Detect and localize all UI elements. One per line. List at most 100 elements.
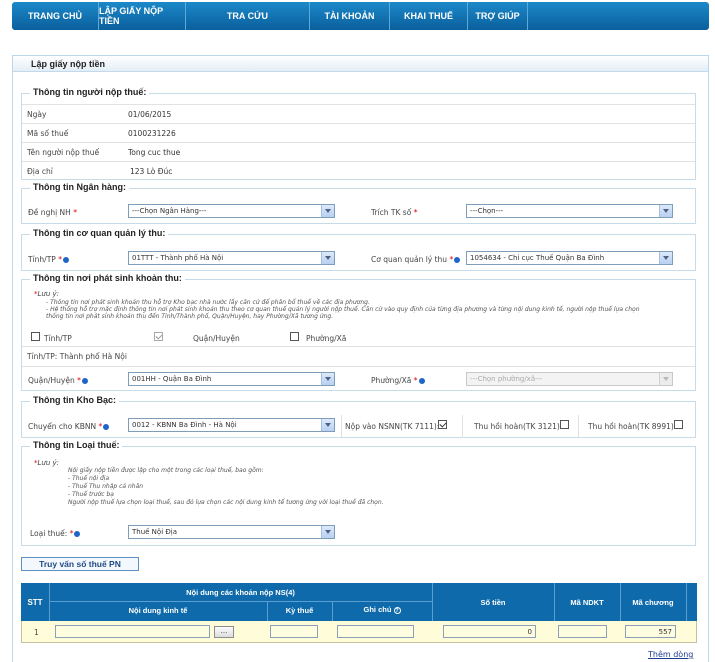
- agency-label: Cơ quan quản lý thu *: [371, 255, 461, 264]
- district-row: Quận/Huyện * 001HH - Quận Ba Đình Phường…: [22, 366, 695, 391]
- divider: [578, 415, 579, 438]
- origin-note-line: thông tin nơi phát sinh khoản thu đến Tỉ…: [46, 313, 334, 320]
- taxpayer-legend: Thông tin người nộp thuế:: [30, 87, 150, 97]
- divider: [341, 415, 342, 438]
- taxtype-note-line: - Thuế nội địa: [68, 475, 110, 482]
- taxtype-label: Loại thuế: *: [30, 529, 81, 538]
- district-checkbox-label: Quận/Huyện: [193, 334, 240, 343]
- province-checkbox-label: Tỉnh/TP: [44, 334, 72, 343]
- table-row: 1 ... 0 557: [21, 621, 697, 643]
- col-note: Ghi chú ?: [363, 605, 401, 614]
- taxtype-note-title: *Lưu ý:: [34, 459, 59, 467]
- name-value: Tong cuc thue: [128, 148, 181, 157]
- row-date: Ngày 01/06/2015: [22, 104, 695, 123]
- panel-title: Lập giấy nộp tiền: [13, 56, 708, 72]
- district-select[interactable]: 001HH - Quận Ba Đình: [128, 372, 335, 386]
- treasury-section: Thông tin Kho Bạc: Chuyển cho KBNN * 001…: [21, 395, 696, 438]
- kbnn-select[interactable]: 0012 - KBNN Ba Đình - Hà Nội: [128, 418, 335, 432]
- taxtype-note-line: Nội giấy nộp tiền được lập cho một trong…: [68, 467, 264, 474]
- divider: [49, 601, 432, 602]
- info-icon: [103, 424, 110, 430]
- nav-home[interactable]: TRANG CHỦ: [12, 2, 99, 30]
- agency-select[interactable]: 1054634 - Chi cục Thuế Quận Ba Đình: [466, 251, 673, 265]
- nav-lookup[interactable]: TRA CỨU: [186, 2, 310, 30]
- chevron-down-icon: [321, 419, 334, 431]
- origin-section: Thông tin nơi phát sinh khoản thu: *Lưu …: [21, 273, 696, 391]
- col-ndkt: Mã NDKT: [570, 598, 604, 607]
- province-label: Tỉnh/TP *: [28, 255, 69, 264]
- kbnn-label: Chuyển cho KBNN *: [28, 422, 110, 431]
- bank-section: Thông tin Ngân hàng: Đề nghị NH * ---Chọ…: [21, 182, 696, 224]
- account-select[interactable]: ---Chọn---: [466, 204, 673, 218]
- taxtype-note-line: - Thuế trước bạ: [68, 491, 114, 498]
- amount-input[interactable]: 0: [443, 625, 536, 638]
- note-input[interactable]: [337, 625, 414, 638]
- refund2-label: Thu hồi hoàn(TK 8991):: [588, 422, 677, 431]
- chevron-down-icon: [321, 526, 334, 538]
- account-label: Trích TK số *: [371, 208, 418, 217]
- divider: [462, 415, 463, 438]
- nsnn-label: Nộp vào NSNN(TK 7111):: [345, 422, 440, 431]
- province-checkbox[interactable]: [31, 332, 40, 341]
- refund1-label: Thu hồi hoàn(TK 3121):: [474, 422, 563, 431]
- info-icon: [62, 257, 69, 263]
- treasury-legend: Thông tin Kho Bạc:: [30, 395, 119, 405]
- chevron-down-icon: [321, 252, 334, 264]
- chevron-down-icon: [659, 205, 672, 217]
- help-icon[interactable]: ?: [393, 606, 401, 614]
- info-icon: [74, 531, 81, 537]
- main-panel: Lập giấy nộp tiền Thông tin người nộp th…: [12, 55, 709, 662]
- bank-select[interactable]: ---Chọn Ngân Hàng---: [128, 204, 335, 218]
- refund1-checkbox[interactable]: [560, 420, 569, 429]
- taxpayer-section: Thông tin người nộp thuế: Ngày 01/06/201…: [21, 87, 696, 180]
- col-amount: Số tiền: [480, 598, 506, 607]
- row-stt: 1: [34, 628, 39, 637]
- district-checkbox[interactable]: [154, 332, 163, 341]
- taxcode-label: Mã số thuế: [27, 129, 69, 138]
- browse-button[interactable]: ...: [214, 626, 234, 638]
- chevron-down-icon: [321, 205, 334, 217]
- bank-label: Đề nghị NH *: [28, 208, 77, 217]
- period-input[interactable]: [270, 625, 318, 638]
- date-value: 01/06/2015: [128, 110, 172, 119]
- nav-help[interactable]: TRỢ GIÚP: [468, 2, 528, 30]
- content-input[interactable]: [55, 625, 210, 638]
- nav-account[interactable]: TÀI KHOẢN: [310, 2, 390, 30]
- chapter-input[interactable]: 557: [625, 625, 676, 638]
- taxtype-select[interactable]: Thuế Nội Địa: [128, 525, 335, 539]
- taxcode-value: 0100231226: [128, 129, 176, 138]
- province-text: Tỉnh/TP: Thành phố Hà Nội: [27, 352, 127, 361]
- query-tax-button[interactable]: Truy vấn số thuế PN: [21, 557, 139, 571]
- col-stt: STT: [27, 598, 43, 607]
- taxtype-note-line: Người nộp thuế lựa chọn loại thuế, sau đ…: [68, 499, 384, 506]
- col-chapter: Mã chương: [632, 598, 674, 607]
- ward-label: Phường/Xã *: [371, 376, 425, 385]
- add-row-link[interactable]: Thêm dòng: [648, 650, 693, 659]
- row-name: Tên người nộp thuế Tong cuc thue: [22, 142, 695, 161]
- nav-create-payment[interactable]: LẬP GIẤY NỘP TIỀN: [99, 2, 186, 30]
- chevron-down-icon: [659, 373, 672, 385]
- ward-checkbox[interactable]: [290, 332, 299, 341]
- info-icon: [418, 378, 425, 384]
- ward-checkbox-label: Phường/Xã: [306, 334, 347, 343]
- nav-tax-declaration[interactable]: KHAI THUẾ: [390, 2, 468, 30]
- refund2-checkbox[interactable]: [674, 420, 683, 429]
- taxtype-section: Thông tin Loại thuế: *Lưu ý: Nội giấy nộ…: [21, 440, 696, 546]
- origin-note-title: *Lưu ý:: [34, 290, 59, 298]
- bank-legend: Thông tin Ngân hàng:: [30, 182, 129, 192]
- info-icon: [454, 257, 461, 263]
- ndkt-input[interactable]: [558, 625, 607, 638]
- taxtype-legend: Thông tin Loại thuế:: [30, 440, 123, 450]
- address-value: 123 Lò Đúc: [130, 167, 173, 176]
- date-label: Ngày: [27, 110, 47, 119]
- chevron-down-icon: [321, 373, 334, 385]
- nsnn-checkbox[interactable]: [438, 420, 447, 429]
- ward-select[interactable]: ---Chọn phường/xã---: [466, 372, 673, 386]
- authority-section: Thông tin cơ quan quản lý thu: Tỉnh/TP *…: [21, 228, 696, 271]
- top-nav: TRANG CHỦ LẬP GIẤY NỘP TIỀN TRA CỨU TÀI …: [12, 2, 709, 30]
- province-text-row: Tỉnh/TP: Thành phố Hà Nội: [22, 346, 695, 366]
- origin-legend: Thông tin nơi phát sinh khoản thu:: [30, 273, 185, 283]
- row-address: Địa chỉ 123 Lò Đúc: [22, 161, 695, 180]
- col-period: Kỳ thuế: [285, 606, 314, 615]
- province-select[interactable]: 01TTT - Thành phố Hà Nội: [128, 251, 335, 265]
